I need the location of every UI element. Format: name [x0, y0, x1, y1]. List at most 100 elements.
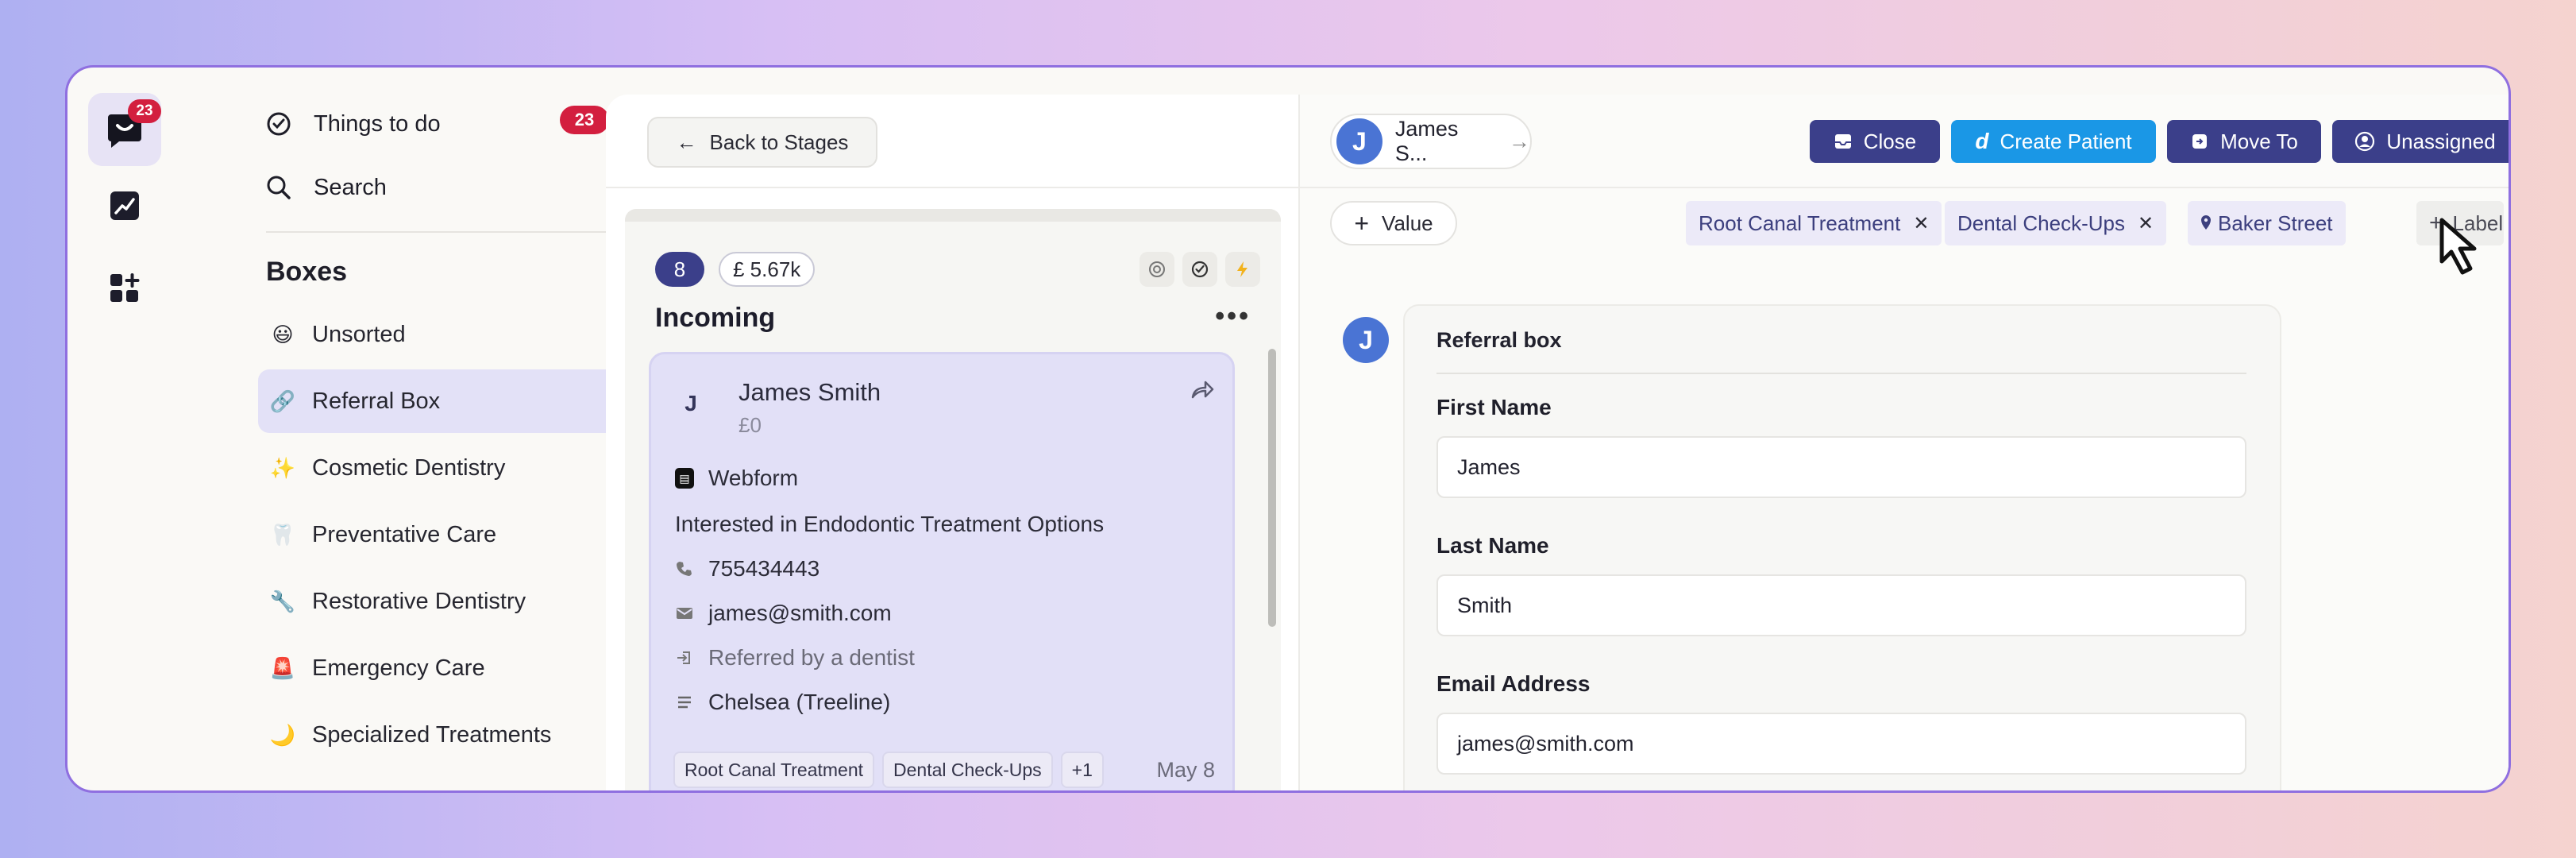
back-to-stages-button[interactable]: ← Back to Stages: [647, 117, 877, 168]
more-options-icon[interactable]: •••: [1215, 301, 1251, 332]
sidebar-item-specialized-treatments[interactable]: 🌙 Specialized Treatments: [258, 703, 627, 767]
lead-referral-text: Referred by a dentist: [708, 645, 915, 670]
stage-count-badge: 8: [655, 252, 704, 287]
things-count-badge: 23: [560, 106, 609, 134]
webform-icon: ▤: [675, 468, 694, 489]
d-logo-icon: d: [1975, 129, 1989, 153]
inbox-icon: [1834, 133, 1853, 150]
close-icon[interactable]: ✕: [1913, 212, 1929, 235]
tag-root-canal[interactable]: Root Canal Treatment ✕: [1686, 201, 1942, 245]
trend-chart-icon: [110, 191, 139, 220]
detail-header: J James S... → Close d Create Patient Mo…: [1300, 95, 2509, 188]
sidebar-item-unsorted[interactable]: 😃 Unsorted: [258, 303, 627, 366]
lead-tag-more[interactable]: +1: [1060, 752, 1104, 788]
lead-tags: Root Canal Treatment Dental Check-Ups +1: [673, 752, 1104, 788]
lead-source: ▤ Webform: [675, 466, 798, 491]
contact-pill[interactable]: J James S... →: [1330, 114, 1532, 169]
avatar: J: [1343, 317, 1389, 363]
user-circle-icon: [2354, 131, 2375, 152]
lead-email: james@smith.com: [675, 601, 892, 626]
lead-email-text: james@smith.com: [708, 601, 892, 625]
lead-card[interactable]: J James Smith £0 ▤ Webform Interested in…: [649, 352, 1235, 790]
box-label: Referral Box: [312, 388, 441, 414]
move-to-label: Move To: [2220, 129, 2298, 153]
sidebar: Things to do 23 Search Boxes 😃 Unsorted …: [187, 68, 663, 790]
labels-bar: + Value Root Canal Treatment ✕ Dental Ch…: [1300, 188, 2509, 261]
lead-interest-text: Interested in Endodontic Treatment Optio…: [675, 512, 1105, 536]
smiley-icon: 😃: [272, 322, 294, 346]
form-title: Referral box: [1436, 328, 1562, 352]
value-label: Value: [1382, 211, 1433, 235]
first-name-label: First Name: [1436, 395, 1552, 419]
close-button[interactable]: Close: [1810, 120, 1940, 163]
share-arrow-icon[interactable]: [1190, 378, 1215, 404]
move-to-button[interactable]: Move To: [2167, 120, 2321, 163]
first-name-field[interactable]: James: [1436, 436, 2246, 498]
box-label: Unsorted: [312, 321, 406, 347]
target-icon[interactable]: [1140, 252, 1174, 287]
create-patient-button[interactable]: d Create Patient: [1951, 120, 2156, 163]
lead-referral: Referred by a dentist: [675, 645, 915, 671]
stage-panel: ← Back to Stages 8 £ 5.67k Incoming •••: [606, 95, 1298, 790]
tag-label: Dental Check-Ups: [1957, 211, 2125, 235]
lead-phone: 755434443: [675, 556, 819, 582]
sidebar-item-label: Search: [314, 174, 387, 200]
sidebar-item-label: Things to do: [314, 110, 441, 137]
unassigned-button[interactable]: Unassigned: [2332, 120, 2509, 163]
email-field[interactable]: james@smith.com: [1436, 713, 2246, 775]
stage-icons: [1140, 252, 1260, 287]
link-icon: 🔗: [269, 388, 296, 413]
tag-location[interactable]: Baker Street: [2188, 201, 2346, 245]
icon-rail: 23: [67, 68, 187, 790]
sparkles-icon: ✨: [269, 455, 296, 480]
check-circle-icon[interactable]: [1182, 252, 1217, 287]
scrollbar[interactable]: [1268, 349, 1276, 627]
sidebar-item-referral-box[interactable]: 🔗 Referral Box: [258, 369, 627, 433]
close-icon[interactable]: ✕: [2138, 212, 2154, 235]
lead-tag: Dental Check-Ups: [882, 752, 1053, 788]
close-label: Close: [1863, 129, 1917, 153]
tag-label: Root Canal Treatment: [1699, 211, 1901, 235]
stage-column: 8 £ 5.67k Incoming ••• J James Smith £0: [625, 209, 1281, 790]
map-pin-icon: [2200, 211, 2212, 236]
analytics-button[interactable]: [106, 187, 144, 225]
sidebar-item-preventative-care[interactable]: 🦷 Preventative Care: [258, 503, 627, 566]
siren-icon: 🚨: [269, 655, 296, 680]
move-box-icon: [2190, 132, 2209, 151]
last-name-label: Last Name: [1436, 533, 1549, 558]
box-label: Preventative Care: [312, 521, 497, 547]
tooth-icon: 🦷: [269, 522, 296, 547]
lead-source-label: Webform: [708, 466, 799, 490]
sidebar-item-emergency-care[interactable]: 🚨 Emergency Care: [258, 636, 627, 700]
add-value-button[interactable]: + Value: [1330, 201, 1457, 245]
lead-detail-panel: J James S... → Close d Create Patient Mo…: [1298, 95, 2509, 790]
sidebar-item-things-to-do[interactable]: Things to do: [266, 104, 441, 144]
tag-label: Baker Street: [2218, 211, 2333, 235]
lead-date: May 8: [1156, 758, 1215, 782]
referral-form-card: Referral box First Name James Last Name …: [1403, 304, 2281, 790]
mouse-cursor-icon: [2424, 215, 2488, 299]
app-logo-button[interactable]: 23: [88, 93, 161, 166]
app-window: 23 Things to do 23 Search Boxes 😃 Unsort…: [65, 65, 2511, 793]
avatar: J: [1336, 118, 1382, 164]
box-label: Restorative Dentistry: [312, 588, 526, 614]
lightning-icon[interactable]: [1225, 252, 1260, 287]
back-label: Back to Stages: [709, 129, 849, 154]
notification-badge: 23: [128, 99, 161, 123]
search-icon: [266, 175, 298, 200]
tag-dental-checkups[interactable]: Dental Check-Ups ✕: [1945, 201, 2167, 245]
arrow-left-icon: ←: [676, 129, 697, 154]
sidebar-item-search[interactable]: Search: [266, 168, 387, 207]
lead-location-text: Chelsea (Treeline): [708, 690, 891, 714]
apps-grid-icon: [110, 273, 140, 302]
sidebar-item-cosmetic-dentistry[interactable]: ✨ Cosmetic Dentistry: [258, 436, 627, 500]
last-name-field[interactable]: Smith: [1436, 574, 2246, 636]
sidebar-divider: [266, 231, 620, 233]
apps-button[interactable]: [106, 269, 144, 307]
box-label: Emergency Care: [312, 655, 485, 681]
unassigned-label: Unassigned: [2386, 129, 2496, 153]
lead-amount: £0: [738, 413, 762, 437]
boxes-heading: Boxes: [266, 257, 348, 287]
email-label: Email Address: [1436, 671, 1591, 696]
sidebar-item-restorative-dentistry[interactable]: 🔧 Restorative Dentistry: [258, 570, 627, 633]
